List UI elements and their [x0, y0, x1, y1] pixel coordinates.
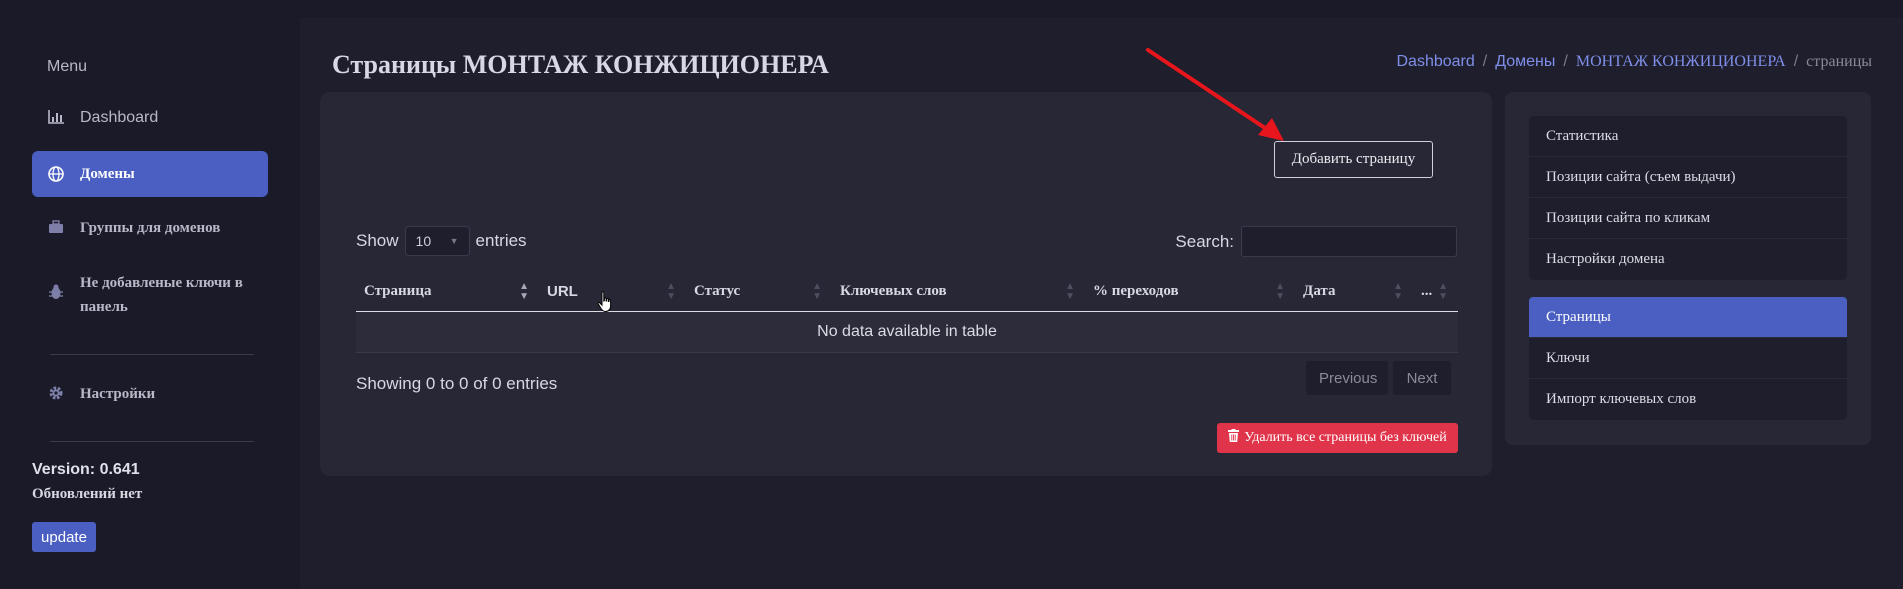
version-text: Version: 0.641 — [32, 461, 140, 478]
briefcase-icon — [47, 218, 65, 236]
entries-length-control: Show 10 ▼ entries — [356, 226, 527, 256]
empty-table-message: No data available in table — [356, 311, 1458, 353]
show-label: Show — [356, 231, 399, 250]
chevron-down-icon: ▼ — [449, 236, 459, 246]
update-button[interactable]: update — [32, 522, 96, 552]
sidebar-divider — [50, 354, 254, 355]
column-header-page[interactable]: Страница ▲ ▼ — [356, 273, 539, 312]
nav-keys[interactable]: Ключи — [1529, 338, 1847, 379]
column-header-keywords[interactable]: Ключевых слов ▲ ▼ — [832, 273, 1085, 312]
entries-select[interactable]: 10 ▼ — [404, 226, 470, 256]
column-header-url[interactable]: URL ▲ ▼ — [539, 273, 686, 312]
column-header-date[interactable]: Дата ▲ ▼ — [1295, 273, 1413, 312]
search-control: Search: — [1175, 226, 1457, 257]
next-page-button[interactable]: Next — [1393, 361, 1451, 395]
nav-domain-settings[interactable]: Настройки домена — [1529, 239, 1847, 280]
table-header-row: Страница ▲ ▼ URL ▲ ▼ Статус ▲ ▼ Ключевых слов ▲… — [356, 273, 1458, 312]
updates-status: Обновлений нет — [32, 486, 143, 502]
delete-button-label: Удалить все страницы без ключей — [1244, 430, 1447, 445]
entries-value: 10 — [415, 233, 432, 249]
delete-pages-without-keys-button[interactable]: Удалить все страницы без ключей — [1217, 423, 1458, 453]
nav-import-keywords[interactable]: Импорт ключевых слов — [1529, 379, 1847, 420]
sort-icon: ▲ ▼ — [1275, 280, 1285, 302]
breadcrumb-dashboard[interactable]: Dashboard — [1397, 53, 1475, 71]
sort-icon: ▲ ▼ — [1065, 280, 1075, 302]
gear-icon — [47, 384, 65, 402]
sidebar-item-label: Домены — [80, 166, 135, 182]
nav-pages[interactable]: Страницы — [1529, 297, 1847, 338]
search-label: Search: — [1175, 231, 1234, 251]
domain-nav-group-1: Статистика Позиции сайта (съем выдачи) П… — [1529, 116, 1847, 280]
table-info: Showing 0 to 0 of 0 entries — [356, 374, 558, 393]
pagination: Previous Next — [1306, 361, 1451, 395]
sidebar-item-settings[interactable]: Настройки — [32, 382, 268, 406]
nav-statistics[interactable]: Статистика — [1529, 116, 1847, 157]
chart-icon — [47, 108, 65, 126]
nav-site-positions[interactable]: Позиции сайта (съем выдачи) — [1529, 157, 1847, 198]
column-header-more[interactable]: ... ▲ ▼ — [1413, 273, 1458, 312]
nav-click-positions[interactable]: Позиции сайта по кликам — [1529, 198, 1847, 239]
menu-title: Menu — [47, 58, 88, 75]
sort-icon: ▲ ▼ — [812, 280, 822, 302]
sidebar-item-dashboard[interactable]: Dashboard — [32, 106, 268, 130]
add-page-button[interactable]: Добавить страницу — [1274, 141, 1433, 178]
search-input[interactable] — [1241, 226, 1457, 257]
table-row: No data available in table — [356, 311, 1458, 353]
sidebar: Menu Dashboard Домены Группы для доменов… — [0, 0, 300, 589]
entries-label: entries — [475, 231, 527, 250]
domain-nav-group-2: Страницы Ключи Импорт ключевых слов — [1529, 297, 1847, 420]
page-title: Страницы МОНТАЖ КОНЖИЦИОНЕРА — [332, 50, 829, 79]
sort-icon: ▲ ▼ — [1438, 280, 1448, 302]
breadcrumb-domains[interactable]: Домены — [1495, 53, 1555, 71]
sort-icon: ▲ ▼ — [1393, 280, 1403, 302]
sidebar-item-label: Dashboard — [80, 109, 159, 126]
sidebar-item-label: Группы для доменов — [80, 220, 221, 236]
breadcrumb-domain[interactable]: МОНТАЖ КОНЖИЦИОНЕРА — [1576, 53, 1786, 71]
sidebar-divider — [50, 441, 254, 442]
sort-asc-icon: ▲ ▼ — [519, 280, 529, 302]
previous-page-button[interactable]: Previous — [1306, 361, 1388, 395]
breadcrumb: Dashboard / Домены / МОНТАЖ КОНЖИЦИОНЕРА… — [1397, 53, 1873, 71]
column-header-clicks-percent[interactable]: % переходов ▲ ▼ — [1085, 273, 1295, 312]
sidebar-item-domains[interactable]: Домены — [32, 151, 268, 197]
column-header-status[interactable]: Статус ▲ ▼ — [686, 273, 832, 312]
sidebar-item-label: Настройки — [80, 386, 156, 402]
bug-icon — [47, 283, 65, 301]
sidebar-item-missing-keys[interactable]: Не добавленые ключи в панель — [32, 271, 252, 319]
sidebar-item-label: Не добавленые ключи в панель — [80, 275, 243, 315]
breadcrumb-separator: / — [1793, 53, 1799, 70]
trash-icon — [1228, 429, 1240, 447]
sidebar-item-domain-groups[interactable]: Группы для доменов — [32, 216, 268, 240]
breadcrumb-separator: / — [1563, 53, 1568, 70]
globe-icon — [47, 165, 65, 183]
breadcrumb-separator: / — [1482, 53, 1488, 70]
pages-table: Страница ▲ ▼ URL ▲ ▼ Статус ▲ ▼ Ключевых слов ▲… — [356, 273, 1458, 353]
breadcrumb-current: страницы — [1806, 53, 1872, 70]
sort-icon: ▲ ▼ — [666, 280, 676, 302]
